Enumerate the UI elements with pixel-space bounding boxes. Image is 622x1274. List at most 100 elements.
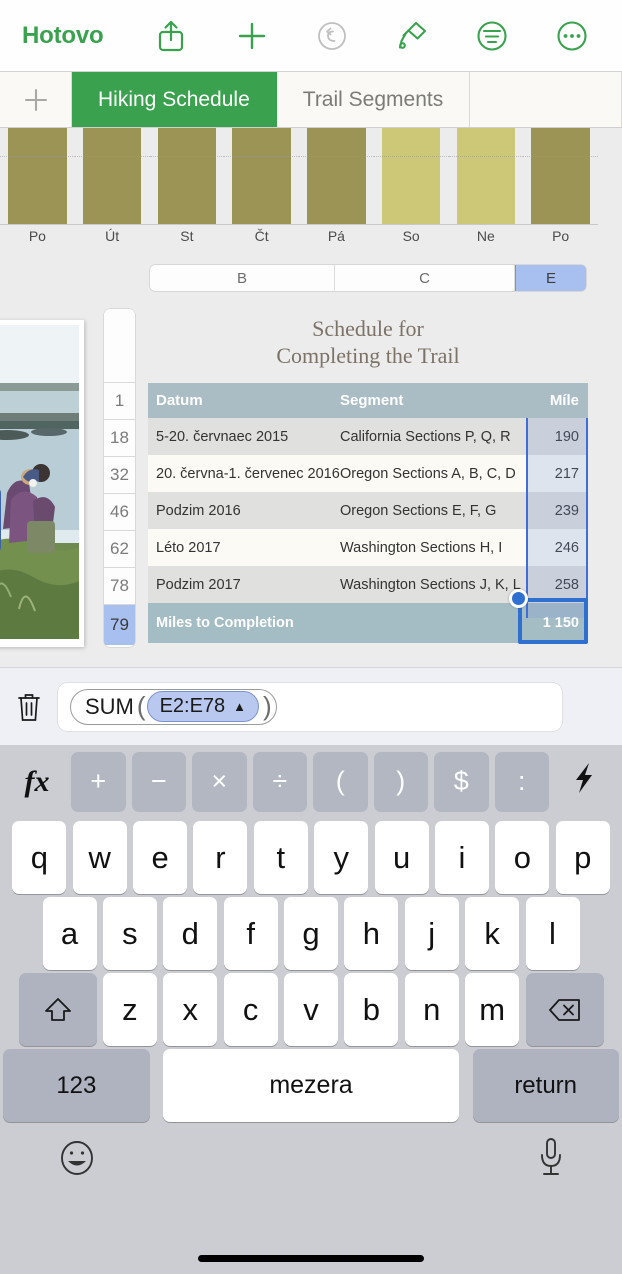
key-e[interactable]: e — [133, 821, 188, 894]
key-w[interactable]: w — [72, 821, 127, 894]
selection-handle[interactable] — [509, 589, 528, 608]
key-g[interactable]: g — [284, 897, 338, 970]
table-row[interactable]: 20. června-1. červenec 2016 Oregon Secti… — [148, 455, 588, 492]
formula-input[interactable]: SUM ( E2:E78 ▲ ) — [58, 682, 562, 731]
cell-segment[interactable]: Washington Sections J, K, L — [340, 566, 526, 603]
sheet-tab-trail-segments[interactable]: Trail Segments — [277, 72, 471, 127]
chart-x-tick: Po — [28, 228, 46, 244]
key-multiply[interactable]: × — [192, 751, 247, 812]
photo-image[interactable] — [0, 320, 84, 647]
formula-functions-icon[interactable]: fx — [6, 765, 68, 799]
key-f[interactable]: f — [223, 897, 278, 970]
key-numbers[interactable]: 123 — [3, 1049, 150, 1122]
key-c[interactable]: c — [223, 973, 278, 1046]
insert-icon[interactable] — [229, 13, 275, 59]
row-number-18[interactable]: 18 — [104, 420, 135, 457]
key-y[interactable]: y — [314, 821, 369, 894]
column-header-b[interactable]: B — [150, 265, 335, 291]
key-d[interactable]: d — [163, 897, 218, 970]
table-row[interactable]: Léto 2017 Washington Sections H, I 246 — [148, 529, 588, 566]
table-row[interactable]: Podzim 2016 Oregon Sections E, F, G 239 — [148, 492, 588, 529]
table-footer-row[interactable]: Miles to Completion 1 150 — [148, 603, 588, 643]
row-number-46[interactable]: 46 — [104, 494, 135, 531]
quick-calc-bolt-icon[interactable] — [552, 762, 616, 801]
cell-date[interactable]: Podzim 2017 — [148, 566, 340, 603]
done-button[interactable]: Hotovo — [22, 22, 104, 50]
cell-date[interactable]: 20. června-1. červenec 2016 — [148, 455, 340, 492]
home-indicator[interactable] — [198, 1255, 424, 1262]
key-o[interactable]: o — [495, 821, 550, 894]
key-u[interactable]: u — [374, 821, 429, 894]
row-number-62[interactable]: 62 — [104, 531, 135, 568]
numbers-spreadsheet-app: Hotovo Hiking Schedule Trail Segments Po… — [0, 0, 622, 1274]
share-icon[interactable] — [148, 13, 194, 59]
key-close-paren[interactable]: ) — [373, 751, 428, 812]
key-dollar[interactable]: $ — [434, 751, 489, 812]
key-a[interactable]: a — [42, 897, 97, 970]
range-disclosure-icon[interactable]: ▲ — [233, 699, 246, 714]
key-b[interactable]: b — [344, 973, 399, 1046]
key-z[interactable]: z — [102, 973, 157, 1046]
footer-total-value[interactable]: 1 150 — [526, 603, 588, 643]
backspace-icon[interactable] — [525, 973, 604, 1046]
key-l[interactable]: l — [525, 897, 580, 970]
cell-segment[interactable]: Washington Sections H, I — [340, 529, 526, 566]
cell-miles[interactable]: 217 — [526, 455, 588, 492]
microphone-icon[interactable] — [536, 1136, 566, 1185]
key-space[interactable]: mezera — [162, 1049, 460, 1122]
row-number-79[interactable]: 79 — [104, 605, 135, 645]
row-number-1[interactable]: 1 — [104, 383, 135, 420]
trash-icon[interactable] — [0, 691, 58, 723]
key-t[interactable]: t — [253, 821, 308, 894]
key-r[interactable]: r — [193, 821, 248, 894]
key-i[interactable]: i — [434, 821, 489, 894]
key-colon[interactable]: : — [494, 751, 549, 812]
cell-date[interactable]: Léto 2017 — [148, 529, 340, 566]
cell-segment[interactable]: Oregon Sections E, F, G — [340, 492, 526, 529]
key-minus[interactable]: − — [131, 751, 186, 812]
row-number-32[interactable]: 32 — [104, 457, 135, 494]
key-m[interactable]: m — [465, 973, 520, 1046]
key-h[interactable]: h — [344, 897, 399, 970]
sheet-tab-overflow[interactable] — [470, 72, 622, 127]
column-header-e[interactable]: E — [515, 265, 586, 291]
row-number-78[interactable]: 78 — [104, 568, 135, 605]
cell-segment[interactable]: Oregon Sections A, B, C, D — [340, 455, 526, 492]
formula-range-token[interactable]: E2:E78 ▲ — [146, 691, 260, 722]
cell-segment[interactable]: California Sections P, Q, R — [340, 418, 526, 455]
paintbrush-icon[interactable] — [389, 13, 435, 59]
cell-miles[interactable]: 190 — [526, 418, 588, 455]
key-j[interactable]: j — [404, 897, 459, 970]
sheet-tab-bar: Hiking Schedule Trail Segments — [0, 72, 622, 128]
column-header-c[interactable]: C — [335, 265, 515, 291]
key-divide[interactable]: ÷ — [252, 751, 307, 812]
cell-miles[interactable]: 239 — [526, 492, 588, 529]
chart-gridline — [299, 156, 374, 157]
more-icon[interactable] — [549, 13, 595, 59]
chart-bar-0 — [0, 128, 75, 225]
key-return[interactable]: return — [472, 1049, 619, 1122]
key-n[interactable]: n — [404, 973, 459, 1046]
cell-date[interactable]: Podzim 2016 — [148, 492, 340, 529]
key-k[interactable]: k — [465, 897, 520, 970]
row-number-blank[interactable] — [104, 309, 135, 383]
key-plus[interactable]: + — [71, 751, 126, 812]
sheet-tab-hiking-schedule[interactable]: Hiking Schedule — [72, 72, 277, 127]
cell-miles[interactable]: 258 — [526, 566, 588, 603]
key-v[interactable]: v — [284, 973, 338, 1046]
key-x[interactable]: x — [163, 973, 218, 1046]
table-row[interactable]: 5-20. červnaec 2015 California Sections … — [148, 418, 588, 455]
key-s[interactable]: s — [102, 897, 157, 970]
cell-date[interactable]: 5-20. červnaec 2015 — [148, 418, 340, 455]
key-q[interactable]: q — [12, 821, 67, 894]
bar-chart[interactable]: Po Út St Čt Pá So Ne Po — [0, 128, 622, 253]
cell-miles[interactable]: 246 — [526, 529, 588, 566]
key-open-paren[interactable]: ( — [313, 751, 368, 812]
format-icon[interactable] — [469, 13, 515, 59]
key-p[interactable]: p — [555, 821, 610, 894]
shift-icon[interactable] — [18, 973, 97, 1046]
add-sheet-button[interactable] — [0, 72, 72, 127]
undo-icon[interactable] — [309, 13, 355, 59]
formula-function-token[interactable]: SUM ( E2:E78 ▲ ) — [70, 688, 277, 725]
emoji-icon[interactable] — [56, 1137, 98, 1184]
